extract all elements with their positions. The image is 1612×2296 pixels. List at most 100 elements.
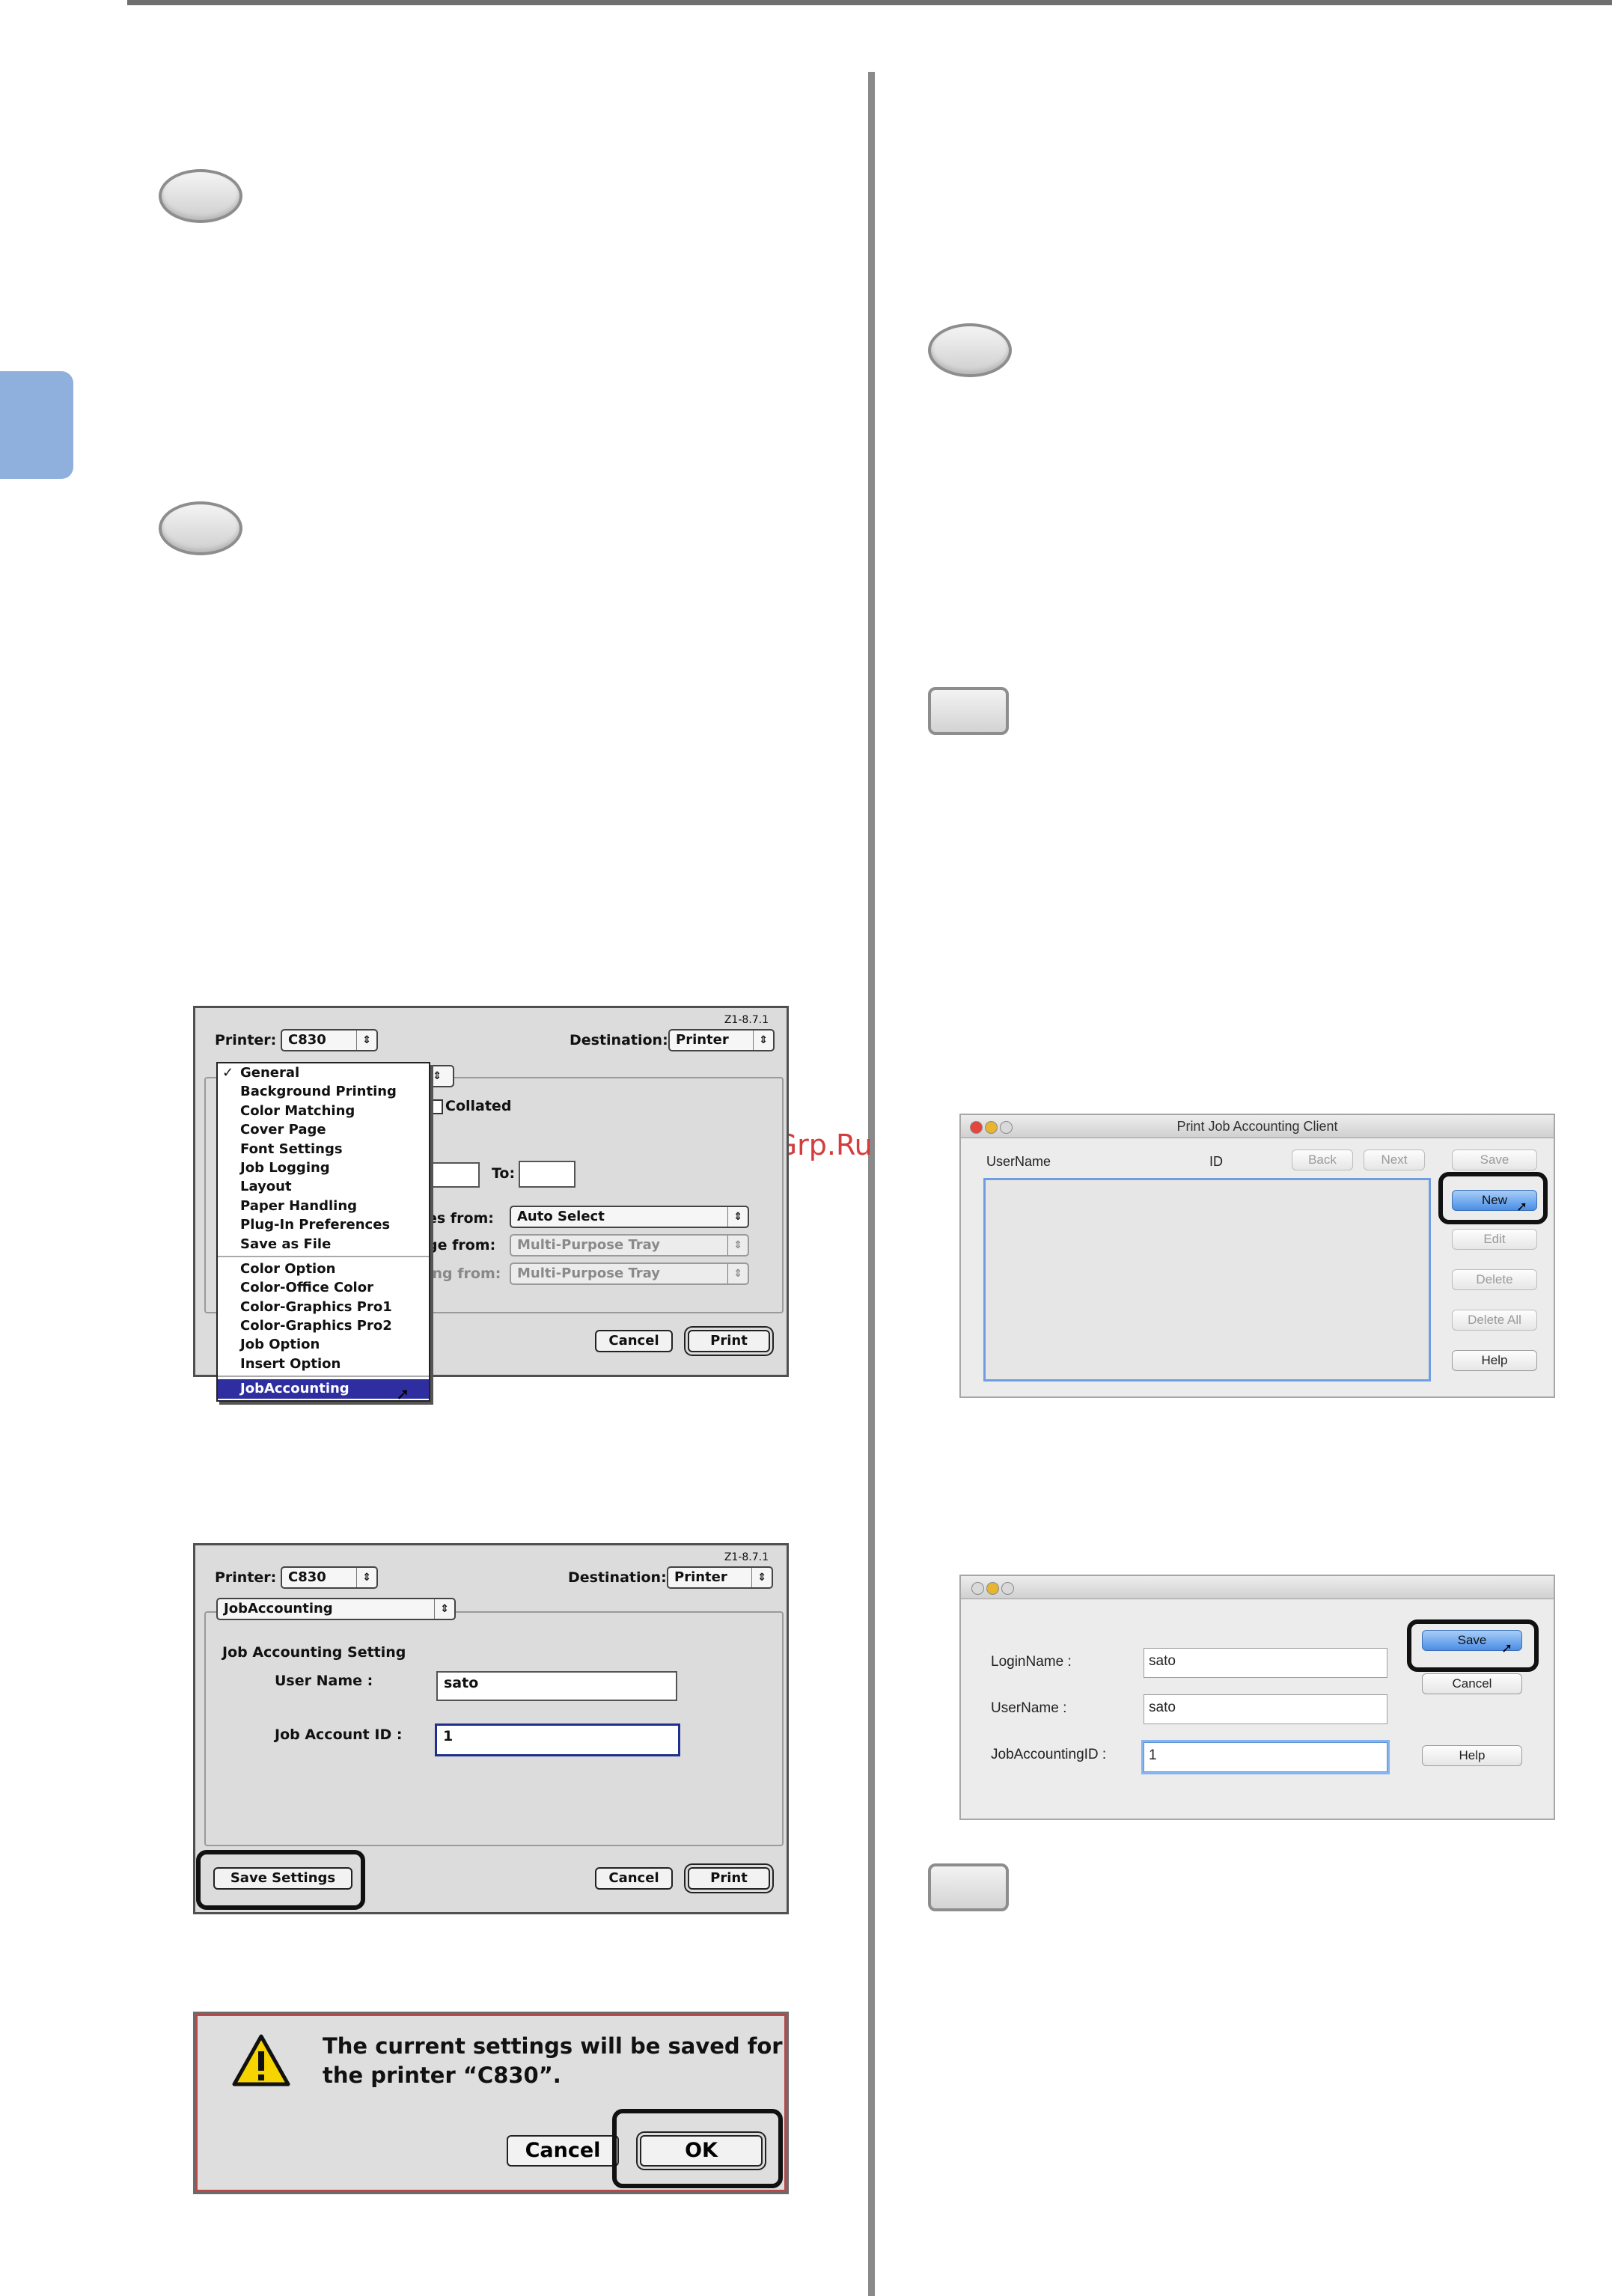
column-header-id[interactable]: ID (1209, 1154, 1223, 1170)
print-button[interactable]: Print (688, 1330, 770, 1352)
menu-item[interactable]: Font Settings (218, 1140, 429, 1158)
help-button[interactable]: Help (1452, 1350, 1537, 1371)
user-list[interactable] (983, 1178, 1431, 1381)
popup-arrow-icon: ⇕ (356, 1031, 376, 1050)
menu-group-printer-specific: Color Option Color-Office Color Color-Grap… (218, 1260, 429, 1373)
paper-source-row3-label: ing from: (427, 1265, 501, 1282)
minimize-window-icon[interactable] (985, 1121, 998, 1134)
window-titlebar (961, 1576, 1554, 1599)
step-box-marker (928, 687, 1009, 735)
version-label: Z1-8.7.1 (724, 1551, 769, 1563)
highlight-ok (612, 2109, 783, 2188)
menu-item[interactable]: Save as File (218, 1235, 429, 1254)
menu-item[interactable]: Cover Page (218, 1120, 429, 1139)
menu-item[interactable]: Color Matching (218, 1102, 429, 1120)
popup-arrow-icon: ⇕ (356, 1568, 376, 1587)
zoom-window-icon[interactable] (1001, 1582, 1014, 1595)
popup-arrow-icon: ⇕ (727, 1236, 748, 1255)
paper-source-popup-2[interactable]: Multi-Purpose Tray ⇕ (510, 1234, 749, 1257)
printer-popup[interactable]: C830 ⇕ (281, 1566, 378, 1589)
column-header-username[interactable]: UserName (986, 1154, 1051, 1170)
cancel-button[interactable]: Cancel (507, 2135, 619, 2167)
printer-label: Printer: (215, 1569, 277, 1586)
delete-button[interactable]: Delete (1452, 1269, 1537, 1290)
printer-label: Printer: (215, 1032, 277, 1048)
step-oval-marker (159, 501, 242, 555)
user-name-label: UserName : (991, 1700, 1067, 1716)
menu-group-standard: General ✓ Background Printing Color Matchin… (218, 1063, 429, 1254)
popup-arrow-icon: ⇕ (727, 1207, 748, 1227)
popup-arrow-icon: ⇕ (727, 1264, 748, 1283)
cancel-button[interactable]: Cancel (1422, 1673, 1522, 1694)
back-button[interactable]: Back (1292, 1149, 1353, 1170)
minimize-window-icon[interactable] (986, 1582, 999, 1595)
highlight-new (1438, 1172, 1548, 1224)
print-button[interactable]: Print (688, 1867, 770, 1890)
popup-arrow-icon: ⇕ (753, 1031, 773, 1050)
menu-item[interactable]: Color Option (218, 1260, 429, 1278)
highlight-save-settings (196, 1850, 365, 1910)
menu-item[interactable]: Layout (218, 1177, 429, 1196)
user-name-field[interactable]: sato (436, 1671, 677, 1701)
popup-arrow-icon: ⇕ (434, 1599, 454, 1619)
save-button[interactable]: Save (1452, 1149, 1537, 1170)
menu-item[interactable]: Color-Graphics Pro1 (218, 1298, 429, 1316)
menu-item[interactable]: Color-Office Color (218, 1278, 429, 1297)
menu-item[interactable]: General ✓ (218, 1063, 429, 1082)
menu-item[interactable]: Paper Handling (218, 1197, 429, 1215)
destination-popup[interactable]: Printer ⇕ (667, 1566, 773, 1589)
step-oval-marker (159, 169, 242, 223)
login-name-field[interactable]: sato (1144, 1648, 1387, 1678)
window-titlebar: Print Job Accounting Client (961, 1115, 1554, 1138)
zoom-window-icon[interactable] (1000, 1121, 1013, 1134)
menu-item[interactable]: Background Printing (218, 1082, 429, 1101)
paper-source-popup-1[interactable]: Auto Select ⇕ (510, 1206, 749, 1228)
step-box-marker (928, 1863, 1009, 1911)
user-name-field[interactable]: sato (1144, 1694, 1387, 1724)
popup-arrow-icon: ⇕ (751, 1568, 772, 1587)
delete-all-button[interactable]: Delete All (1452, 1310, 1537, 1331)
paper-source-row2-label: ge from: (427, 1237, 496, 1254)
cancel-button[interactable]: Cancel (595, 1330, 673, 1352)
job-account-id-label: Job Account ID : (275, 1726, 403, 1743)
warning-icon (232, 2034, 290, 2086)
cancel-button[interactable]: Cancel (595, 1867, 673, 1890)
top-rule (127, 0, 1612, 5)
menu-item[interactable]: Insert Option (218, 1355, 429, 1373)
close-window-icon[interactable] (970, 1121, 983, 1134)
column-divider (868, 72, 875, 2296)
print-dialog-general: Z1-8.7.1 Printer: C830 ⇕ Destination: Pri… (193, 1006, 789, 1404)
menu-separator (218, 1376, 429, 1378)
collated-checkbox[interactable] (428, 1099, 443, 1114)
destination-label: Destination: (568, 1569, 667, 1586)
paper-source-popup-3[interactable]: Multi-Purpose Tray ⇕ (510, 1263, 749, 1285)
printer-popup[interactable]: C830 ⇕ (281, 1029, 378, 1051)
step-oval-marker (928, 323, 1012, 377)
menu-item[interactable]: Job Logging (218, 1158, 429, 1177)
from-page-field[interactable] (423, 1162, 480, 1188)
job-accounting-id-field[interactable]: 1 (1144, 1742, 1387, 1772)
menu-separator (218, 1255, 429, 1257)
job-account-id-field[interactable]: 1 (435, 1723, 680, 1756)
edit-button[interactable]: Edit (1452, 1229, 1537, 1250)
close-window-icon[interactable] (971, 1582, 984, 1595)
menu-item[interactable]: Plug-In Preferences (218, 1215, 429, 1234)
help-button[interactable]: Help (1422, 1745, 1522, 1766)
destination-popup[interactable]: Printer ⇕ (668, 1029, 775, 1051)
menu-item[interactable]: Color-Graphics Pro2 (218, 1316, 429, 1335)
to-page-field[interactable] (519, 1161, 576, 1188)
job-accounting-id-label: JobAccountingID : (991, 1747, 1107, 1762)
menu-item[interactable]: Job Option (218, 1335, 429, 1354)
chapter-side-tab (0, 371, 73, 479)
paper-source-row1-label: es from: (427, 1210, 494, 1227)
panel-popup-menu[interactable]: General ✓ Background Printing Color Matchin… (216, 1062, 430, 1402)
panel-popup[interactable]: JobAccounting ⇕ (216, 1598, 456, 1620)
alert-message-line2: the printer “C830”. (323, 2063, 561, 2088)
next-button[interactable]: Next (1364, 1149, 1425, 1170)
collated-label: Collated (445, 1098, 512, 1114)
pjac-window: Print Job Accounting Client UserName ID … (959, 1114, 1555, 1398)
destination-label: Destination: (570, 1032, 668, 1048)
to-label: To: (492, 1165, 516, 1182)
window-title: Print Job Accounting Client (1176, 1119, 1338, 1134)
user-name-label: User Name : (275, 1673, 373, 1689)
